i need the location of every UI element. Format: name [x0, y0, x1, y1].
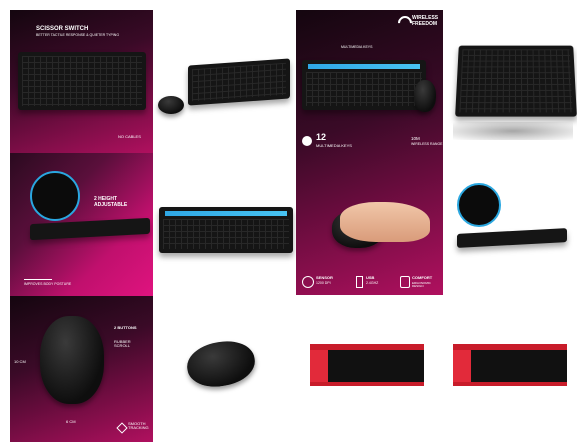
tile-wireless: Wireless Freedom Multimedia Keys 12 Mult… [296, 10, 443, 295]
height-label: 2 Height Adjustable [94, 196, 128, 208]
usb-icon [356, 276, 363, 288]
smooth-label: Smooth Tracking [128, 421, 149, 431]
label-multimedia: Multimedia Keys [341, 45, 373, 49]
usb-value: 2.4GHz [366, 281, 379, 285]
size-height: 10 cm [14, 359, 26, 364]
tile-keyboard-angle [443, 10, 577, 153]
tile-box-1 [296, 296, 443, 442]
sensor-title: Sensor [316, 275, 333, 280]
keyboard-image [455, 45, 577, 117]
keys-count: 12 [316, 132, 327, 142]
keyboard-foot-zoom [457, 183, 501, 227]
title-wireless: Wireless Freedom [412, 15, 439, 27]
size-width: 6 cm [66, 419, 76, 424]
keyboard-side-image [457, 228, 567, 248]
tile-keyboard-foot [443, 153, 577, 296]
badge-no-cables: No Cables [118, 134, 141, 139]
keys-label: Multimedia Keys [316, 143, 352, 148]
sensor-value: 1200 dpi [316, 281, 331, 285]
tile-height-adjust: 2 Height Adjustable Improves Body Postur… [10, 153, 153, 296]
keyboard-image [159, 207, 293, 253]
tile-box-2 [443, 296, 577, 442]
scroll-label: 2 Buttons [114, 325, 137, 330]
mouse-image [40, 316, 104, 404]
usb-title: USB [366, 275, 375, 280]
comfort-value: Ergonomic Design [412, 281, 431, 289]
posture-icon [24, 259, 52, 280]
keyboard-foot-zoom [30, 171, 80, 221]
comfort-title: Comfort [412, 275, 433, 280]
tile-keyboard-mouse [153, 10, 296, 153]
tile-scissor-switch: Scissor Switch Better Tactile Response &… [10, 10, 153, 153]
thumbs-up-icon [400, 276, 410, 288]
product-box-image [453, 344, 567, 386]
title-scissor: Scissor Switch [36, 26, 89, 32]
sensor-icon [302, 276, 314, 288]
keyboard-image [18, 52, 146, 110]
hand-image [340, 202, 430, 242]
range-label: Wireless Range [411, 142, 443, 146]
keyboard-side-image [30, 217, 150, 241]
mouse-image [183, 336, 259, 392]
tile-keyboard-top [153, 153, 296, 296]
tile-mouse-angle [153, 296, 296, 442]
move-icon [116, 422, 128, 434]
keyboard-image [188, 58, 290, 106]
product-box-image [310, 344, 424, 386]
tile-mouse-specs: 10 cm 6 cm 2 Buttons Rubber Scroll Smoot… [10, 296, 153, 442]
posture-label: Improves Body Posture [24, 282, 72, 286]
keyboard-image [302, 60, 426, 110]
subtitle-scissor: Better Tactile Response & Quieter Typing [36, 33, 120, 37]
mouse-image [414, 80, 436, 112]
mouse-image [158, 96, 184, 114]
multimedia-icon [302, 136, 312, 146]
rubber-label: Rubber Scroll [114, 339, 131, 349]
